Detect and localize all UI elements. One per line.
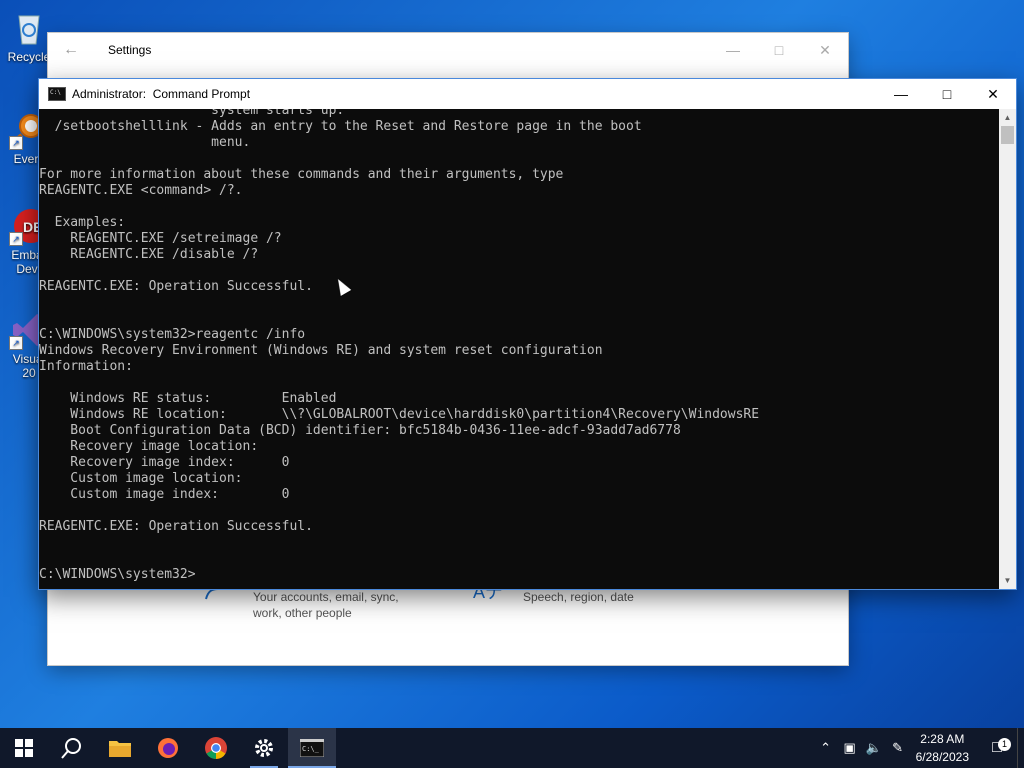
console-line: Custom image index: 0 [39, 487, 290, 502]
console-line: REAGENTC.EXE: Operation Successful. [39, 519, 313, 534]
close-icon[interactable]: ✕ [802, 33, 848, 67]
scroll-thumb[interactable] [1001, 126, 1014, 144]
console-line: REAGENTC.EXE /setreimage /? [39, 231, 282, 246]
shortcut-arrow-icon: ↗ [9, 136, 23, 150]
maximize-icon[interactable]: □ [756, 33, 802, 67]
console-line: Windows Recovery Environment (Windows RE… [39, 343, 603, 358]
clock-date: 6/28/2023 [915, 750, 969, 764]
console-line: REAGENTC.EXE: Operation Successful. [39, 279, 313, 294]
console-line: Custom image location: [39, 471, 243, 486]
command-prompt-taskbar-button[interactable]: C:\_ [288, 728, 336, 768]
desktop-icon-label: Recycle [7, 50, 51, 64]
console-line: Recovery image location: [39, 439, 259, 454]
console-lines: system starts up. /setbootshelllink - Ad… [39, 109, 759, 583]
search-icon [61, 738, 81, 759]
command-prompt-icon [48, 87, 66, 101]
cmd-titlebar[interactable]: Administrator: Command Prompt — □ ✕ [39, 79, 1016, 109]
accounts-desc-line1: Your accounts, email, sync, [253, 590, 399, 604]
console-line: REAGENTC.EXE <command> /?. [39, 183, 243, 198]
console-line: REAGENTC.EXE /disable /? [39, 247, 259, 262]
action-center-button[interactable]: □ 1 [977, 738, 1017, 757]
time-desc: Speech, region, date [523, 590, 634, 604]
accounts-desc-line2: work, other people [253, 606, 352, 620]
back-arrow-icon[interactable]: ← [48, 41, 94, 59]
console-line: Recovery image index: 0 [39, 455, 290, 470]
console-line: C:\WINDOWS\system32> [39, 567, 196, 582]
notification-badge: 1 [998, 738, 1011, 751]
console-output[interactable]: system starts up. /setbootshelllink - Ad… [39, 109, 999, 589]
accounts-description[interactable]: Your accounts, email, sync, work, other … [253, 589, 399, 621]
clock[interactable]: 2:28 AM 6/28/2023 [916, 730, 969, 766]
console-line: For more information about these command… [39, 167, 564, 182]
console-line: system starts up. [39, 109, 345, 118]
scroll-up-icon[interactable]: ▲ [999, 109, 1016, 126]
firefox-icon [158, 738, 178, 758]
firefox-button[interactable] [144, 728, 192, 768]
command-prompt-window[interactable]: Administrator: Command Prompt — □ ✕ syst… [39, 79, 1016, 589]
settings-gear-icon [255, 739, 273, 757]
maximize-icon[interactable]: □ [924, 79, 970, 109]
console-line: /setbootshelllink - Adds an entry to the… [39, 119, 642, 134]
chrome-icon [205, 737, 227, 759]
scroll-down-icon[interactable]: ▼ [999, 572, 1016, 589]
clock-time: 2:28 AM [920, 732, 965, 746]
shortcut-arrow-icon: ↗ [9, 232, 23, 246]
start-icon [15, 739, 33, 757]
settings-title: Settings [108, 43, 152, 57]
time-language-description[interactable]: Speech, region, date [523, 589, 634, 605]
system-tray: ⌃ ▣ 🔈 ✎ 2:28 AM 6/28/2023 □ 1 [814, 728, 1024, 768]
shortcut-arrow-icon: ↗ [9, 336, 23, 350]
console-line: C:\WINDOWS\system32>reagentc /info [39, 327, 306, 342]
console-line: Windows RE location: \\?\GLOBALROOT\devi… [39, 407, 760, 422]
file-explorer-icon [109, 741, 131, 757]
command-prompt-icon: C:\_ [300, 739, 324, 757]
cmd-title: Administrator: Command Prompt [72, 87, 251, 101]
taskbar: C:\_ ⌃ ▣ 🔈 ✎ 2:28 AM 6/28/2023 □ 1 [0, 728, 1024, 768]
start-button[interactable] [0, 728, 48, 768]
console-line: menu. [39, 135, 251, 150]
console-line: Boot Configuration Data (BCD) identifier… [39, 423, 681, 438]
network-icon[interactable]: ▣ [838, 740, 862, 756]
console-line: Examples: [39, 215, 126, 230]
svg-text:C:\_: C:\_ [302, 745, 320, 753]
minimize-icon[interactable]: — [710, 33, 756, 67]
settings-titlebar[interactable]: ← Settings — □ ✕ [48, 33, 848, 67]
recycle-bin-icon [9, 8, 49, 48]
settings-taskbar-button[interactable] [240, 728, 288, 768]
file-explorer-button[interactable] [96, 728, 144, 768]
language-icon[interactable]: ✎ [886, 740, 910, 756]
desktop-icon-recycle-bin[interactable]: Recycle [4, 8, 54, 64]
vertical-scrollbar[interactable]: ▲ ▼ [999, 109, 1016, 589]
volume-muted-icon[interactable]: 🔈 [862, 740, 886, 756]
chrome-button[interactable] [192, 728, 240, 768]
console-line: Windows RE status: Enabled [39, 391, 337, 406]
chevron-up-icon[interactable]: ⌃ [814, 740, 838, 756]
console-line: Information: [39, 359, 133, 374]
show-desktop-button[interactable] [1017, 728, 1024, 768]
search-button[interactable] [48, 728, 96, 768]
close-icon[interactable]: ✕ [970, 79, 1016, 109]
minimize-icon[interactable]: — [878, 79, 924, 109]
